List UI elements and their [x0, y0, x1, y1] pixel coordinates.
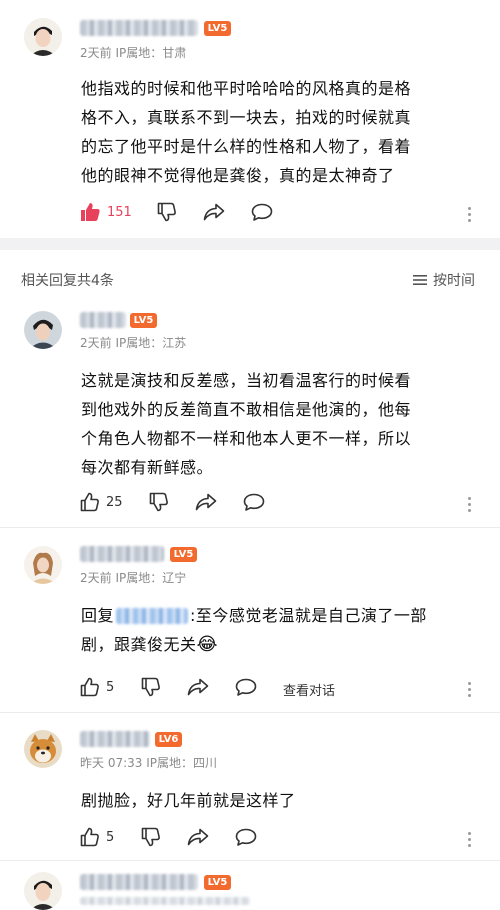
share-button[interactable] — [187, 828, 209, 846]
comment-meta: 2天前 IP属地：甘肃 — [80, 46, 187, 60]
comment-actions: 151 — [80, 200, 480, 228]
like-button[interactable]: 151 — [80, 202, 132, 222]
level-badge: LV5 — [204, 21, 231, 36]
sort-list-icon — [413, 275, 427, 285]
thumbs-up-icon — [80, 677, 99, 697]
dislike-button[interactable] — [141, 677, 161, 697]
share-arrow-icon — [203, 203, 225, 221]
reply-text: 回复:至今感觉老温就是自己演了一部 剧，跟龚俊无关😂 — [81, 606, 427, 655]
like-count: 151 — [107, 204, 132, 220]
mentioned-user-blurred[interactable] — [116, 608, 189, 624]
avatar[interactable] — [24, 18, 62, 56]
like-button[interactable]: 5 — [80, 677, 114, 697]
view-dialog-link[interactable]: 查看对话 — [283, 680, 335, 699]
reply-prefix: 回复 — [81, 606, 115, 625]
sort-by-time-button[interactable]: 按时间 — [412, 270, 475, 290]
share-button[interactable] — [187, 678, 209, 696]
username-blurred[interactable] — [80, 874, 198, 890]
section-divider — [0, 238, 500, 250]
reply-actions: 5 — [80, 825, 480, 853]
like-button[interactable]: 5 — [80, 827, 114, 847]
shiba-dog-avatar — [24, 730, 62, 768]
thumbs-up-filled-icon — [81, 203, 100, 221]
reply-button[interactable] — [243, 493, 265, 512]
share-button[interactable] — [203, 203, 225, 221]
dislike-button[interactable] — [141, 827, 161, 847]
avatar[interactable] — [24, 311, 62, 349]
comment-bubble-icon — [243, 493, 265, 511]
username-blurred[interactable] — [80, 731, 150, 747]
reply-divider — [0, 527, 500, 528]
level-badge: LV6 — [155, 732, 182, 747]
like-count: 5 — [106, 829, 115, 845]
dislike-button[interactable] — [149, 492, 169, 512]
dislike-button[interactable] — [157, 202, 177, 222]
sort-label: 按时间 — [433, 273, 475, 289]
thumbs-down-icon — [149, 492, 168, 512]
avatar[interactable] — [24, 546, 62, 584]
level-badge: LV5 — [204, 875, 231, 890]
thumbs-up-icon — [80, 492, 99, 512]
username-blurred[interactable] — [80, 312, 126, 328]
username-blurred[interactable] — [80, 546, 164, 562]
reply-button[interactable] — [251, 203, 273, 222]
laughing-emoji: 😂 — [196, 634, 219, 655]
more-options-icon[interactable] — [468, 497, 472, 515]
avatar-image — [24, 872, 62, 910]
like-button[interactable]: 25 — [80, 492, 123, 512]
reply-meta: 2天前 IP属地：江苏 — [80, 336, 187, 350]
reply-actions: 5 查看对话 — [80, 675, 480, 703]
level-badge: LV5 — [130, 313, 157, 328]
thumbs-up-icon — [80, 827, 99, 847]
reply-divider — [0, 712, 500, 713]
thumbs-down-icon — [141, 677, 160, 697]
level-badge: LV5 — [170, 547, 197, 562]
share-arrow-icon — [187, 828, 209, 846]
reply-divider — [0, 860, 500, 861]
reply-actions: 25 — [80, 490, 480, 518]
thumbs-down-icon — [157, 202, 176, 222]
avatar[interactable] — [24, 872, 62, 910]
share-button[interactable] — [195, 493, 217, 511]
comment-bubble-icon — [235, 678, 257, 696]
comment-bubble-icon — [251, 203, 273, 221]
replies-count-title: 相关回复共4条 — [21, 273, 114, 289]
share-arrow-icon — [195, 493, 217, 511]
like-count: 25 — [106, 494, 123, 510]
more-options-icon[interactable] — [468, 832, 472, 850]
share-arrow-icon — [187, 678, 209, 696]
avatar-image — [24, 18, 62, 56]
avatar-image — [24, 311, 62, 349]
reply-text: 这就是演技和反差感，当初看温客行的时候看 到他戏外的反差简直不敢相信是他演的，他… — [81, 371, 412, 477]
reply-meta: 2天前 IP属地：辽宁 — [80, 571, 187, 585]
reply-meta: 昨天 07:33 IP属地：四川 — [80, 756, 217, 770]
reply-button[interactable] — [235, 678, 257, 697]
more-options-icon[interactable] — [468, 207, 472, 225]
thumbs-down-icon — [141, 827, 160, 847]
comment-bubble-icon — [235, 828, 257, 846]
avatar-image — [24, 546, 62, 584]
comment-text: 他指戏的时候和他平时哈哈哈的风格真的是格 格不入，真联系不到一块去，拍戏的时候就… — [81, 79, 412, 185]
more-options-icon[interactable] — [468, 682, 472, 700]
like-count: 5 — [106, 679, 115, 695]
reply-text: 剧抛脸，好几年前就是这样了 — [81, 791, 296, 810]
reply-button[interactable] — [235, 828, 257, 847]
username-blurred[interactable] — [80, 20, 198, 36]
avatar[interactable] — [24, 730, 62, 768]
